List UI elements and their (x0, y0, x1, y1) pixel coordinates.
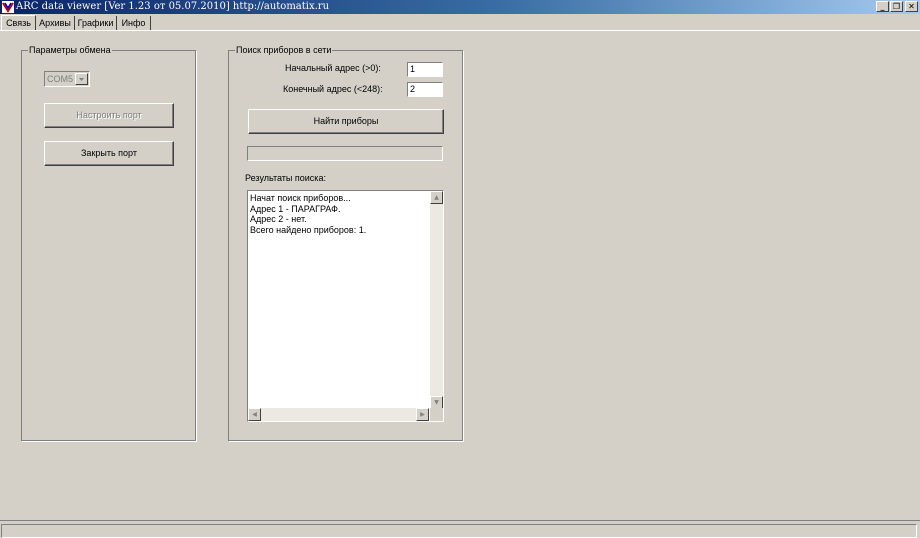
results-lines: Начат поиск приборов... Адрес 1 - ПАРАГР… (250, 193, 366, 235)
port-select-value: COM5 (47, 74, 74, 84)
minimize-button[interactable]: _ (876, 1, 889, 12)
search-progress-bar (247, 146, 443, 161)
end-address-field[interactable]: 2 (407, 82, 443, 97)
device-search-group: Поиск приборов в сети Начальный адрес (>… (228, 45, 463, 441)
configure-port-button[interactable]: Настроить порт (44, 103, 174, 128)
chevron-down-icon[interactable] (75, 73, 88, 85)
list-item: Адрес 2 - нет. (250, 214, 307, 224)
tab-bar: Связь Архивы Графики Инфо (0, 15, 920, 31)
tab-link[interactable]: Связь (1, 15, 36, 31)
restore-button[interactable]: ❐ (890, 1, 903, 12)
exchange-params-group: Параметры обмена COM5 Настроить порт Зак… (21, 45, 196, 441)
scroll-up-icon[interactable]: ▲ (430, 191, 443, 204)
start-address-label: Начальный адрес (>0): (285, 63, 381, 73)
start-address-field[interactable]: 1 (407, 62, 443, 77)
list-item: Адрес 1 - ПАРАГРАФ. (250, 203, 341, 214)
list-item: Начат поиск приборов... (250, 193, 351, 203)
status-pane (1, 524, 917, 538)
exchange-params-legend: Параметры обмена (28, 45, 112, 56)
close-button[interactable]: ✕ (905, 1, 918, 12)
end-address-label: Конечный адрес (<248): (283, 84, 383, 94)
results-textarea[interactable]: Начат поиск приборов... Адрес 1 - ПАРАГР… (247, 190, 444, 422)
results-label: Результаты поиска: (245, 173, 326, 183)
window-title: ARC data viewer [Ver 1.23 от 05.07.2010]… (16, 1, 330, 12)
find-devices-button[interactable]: Найти приборы (248, 109, 444, 134)
scroll-left-icon[interactable]: ◀ (248, 408, 261, 421)
tab-info[interactable]: Инфо (117, 16, 151, 30)
scroll-right-icon[interactable]: ▶ (416, 408, 429, 421)
app-icon (2, 1, 14, 13)
tab-archives[interactable]: Архивы (36, 16, 75, 30)
close-port-button[interactable]: Закрыть порт (44, 141, 174, 166)
scroll-corner (430, 408, 443, 421)
vertical-scrollbar[interactable]: ▲ ▼ (430, 191, 443, 409)
title-bar: ARC data viewer [Ver 1.23 от 05.07.2010]… (0, 0, 920, 14)
list-item: Всего найдено приборов: 1. (250, 224, 367, 235)
port-select[interactable]: COM5 (44, 71, 90, 87)
status-bar (0, 520, 920, 538)
tab-charts[interactable]: Графики (75, 16, 117, 30)
device-search-legend: Поиск приборов в сети (235, 45, 333, 56)
horizontal-scrollbar[interactable]: ◀ ▶ (248, 408, 429, 421)
